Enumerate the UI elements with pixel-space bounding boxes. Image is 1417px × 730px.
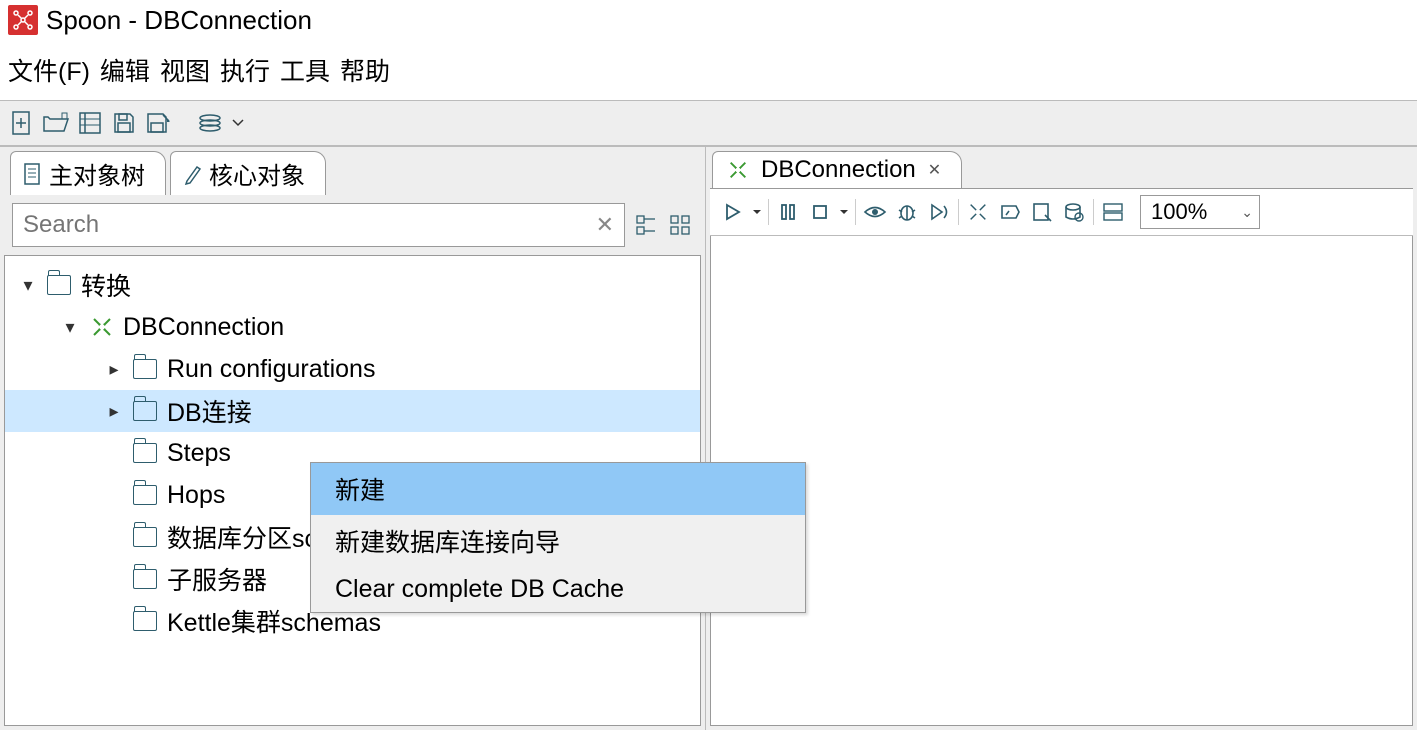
new-file-icon[interactable] xyxy=(8,108,36,138)
tree-root-label: 转换 xyxy=(81,267,131,303)
folder-icon xyxy=(133,485,157,505)
transformation-icon xyxy=(725,157,751,183)
folder-icon xyxy=(133,359,157,379)
chevron-right-icon[interactable]: ▸ xyxy=(103,401,125,422)
stop-dropdown-icon[interactable] xyxy=(837,197,851,227)
left-panel: 主对象树 核心对象 ✕ ▾ 转换 ▾ xyxy=(0,147,706,730)
menubar: 文件(F) 编辑 视图 执行 工具 帮助 xyxy=(0,46,1417,100)
run-icon[interactable] xyxy=(718,197,748,227)
preview-icon[interactable] xyxy=(860,197,890,227)
document-icon xyxy=(23,162,43,186)
save-icon[interactable] xyxy=(110,108,138,138)
save-as-icon[interactable] xyxy=(144,108,172,138)
impact-icon[interactable] xyxy=(995,197,1025,227)
menu-edit[interactable]: 编辑 xyxy=(100,52,150,88)
menu-tools[interactable]: 工具 xyxy=(280,52,330,88)
tree-transformation[interactable]: ▾ DBConnection xyxy=(5,306,700,348)
chevron-right-icon[interactable]: ▸ xyxy=(103,359,125,380)
collapse-tree-icon[interactable] xyxy=(669,214,693,236)
tab-label: DBConnection xyxy=(761,156,916,184)
explorer-icon[interactable] xyxy=(76,108,104,138)
search-box[interactable]: ✕ xyxy=(12,203,625,247)
stop-icon[interactable] xyxy=(805,197,835,227)
tree-root[interactable]: ▾ 转换 xyxy=(5,264,700,306)
perspective-icon[interactable] xyxy=(196,108,224,138)
tree-run-config[interactable]: ▸ Run configurations xyxy=(5,348,700,390)
pause-icon[interactable] xyxy=(773,197,803,227)
tree-item-label: Hops xyxy=(167,481,225,510)
menu-run[interactable]: 执行 xyxy=(220,52,270,88)
menu-help[interactable]: 帮助 xyxy=(340,52,390,88)
folder-icon xyxy=(133,527,157,547)
app-logo-icon xyxy=(8,5,38,35)
transformation-icon xyxy=(89,314,115,340)
menu-new[interactable]: 新建 xyxy=(311,463,805,515)
tree-item-label: Run configurations xyxy=(167,355,375,384)
tab-dbconnection[interactable]: DBConnection ✕ xyxy=(712,151,962,188)
zoom-select[interactable]: 100% ⌄ xyxy=(1140,195,1260,229)
run-dropdown-icon[interactable] xyxy=(750,197,764,227)
tab-core-objects-label: 核心对象 xyxy=(209,156,305,191)
folder-icon xyxy=(133,401,157,421)
tree-db-connection[interactable]: ▸ DB连接 xyxy=(5,390,700,432)
tab-core-objects[interactable]: 核心对象 xyxy=(170,151,326,195)
tab-main-tree[interactable]: 主对象树 xyxy=(10,151,166,195)
sql-icon[interactable] xyxy=(1027,197,1057,227)
explore-db-icon[interactable] xyxy=(1059,197,1089,227)
folder-icon xyxy=(133,569,157,589)
chevron-down-icon[interactable]: ▾ xyxy=(59,317,81,338)
folder-icon xyxy=(133,611,157,631)
context-menu: 新建 新建数据库连接向导 Clear complete DB Cache xyxy=(310,462,806,613)
titlebar: Spoon - DBConnection xyxy=(0,0,1417,46)
search-input[interactable] xyxy=(23,211,614,239)
tree-item-label: Steps xyxy=(167,439,231,468)
tree-transformation-label: DBConnection xyxy=(123,313,284,342)
menu-file[interactable]: 文件(F) xyxy=(8,52,90,88)
folder-icon xyxy=(47,275,71,295)
expand-tree-icon[interactable] xyxy=(635,214,659,236)
chevron-down-icon[interactable]: ▾ xyxy=(17,275,39,296)
show-results-icon[interactable] xyxy=(1098,197,1128,227)
perspective-dropdown-icon[interactable] xyxy=(230,108,246,138)
right-panel: DBConnection ✕ 100% ⌄ xyxy=(706,147,1417,730)
canvas[interactable] xyxy=(710,236,1413,726)
menu-clear-cache[interactable]: Clear complete DB Cache xyxy=(311,567,805,612)
chevron-down-icon: ⌄ xyxy=(1241,204,1253,221)
tree-item-label: DB连接 xyxy=(167,393,252,429)
window-title: Spoon - DBConnection xyxy=(46,5,312,36)
debug-icon[interactable] xyxy=(892,197,922,227)
replay-icon[interactable] xyxy=(924,197,954,227)
clear-search-icon[interactable]: ✕ xyxy=(596,212,614,238)
open-file-icon[interactable] xyxy=(42,108,70,138)
menu-new-wizard[interactable]: 新建数据库连接向导 xyxy=(311,515,805,567)
folder-icon xyxy=(133,443,157,463)
main-toolbar xyxy=(0,100,1417,146)
verify-icon[interactable] xyxy=(963,197,993,227)
tree-item-label: 子服务器 xyxy=(167,561,267,597)
zoom-value: 100% xyxy=(1151,199,1207,225)
canvas-toolbar: 100% ⌄ xyxy=(710,188,1413,236)
tab-main-tree-label: 主对象树 xyxy=(49,156,145,191)
pencil-icon xyxy=(183,163,203,185)
menu-view[interactable]: 视图 xyxy=(160,52,210,88)
close-tab-icon[interactable]: ✕ xyxy=(928,160,941,180)
